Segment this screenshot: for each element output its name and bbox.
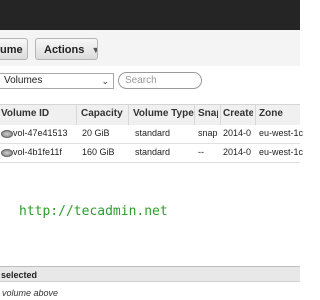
zone: eu-west-1c <box>259 128 304 138</box>
column-header-snapshot[interactable]: Snap <box>198 108 218 119</box>
volume-id: vol-4b1fe11f <box>13 147 62 157</box>
snapshot: snap <box>198 128 218 138</box>
volume-type: standard <box>135 128 171 138</box>
volume-filter-select[interactable]: Volumes ⌄ <box>0 73 114 89</box>
selection-status: selected <box>1 270 38 280</box>
column-header-created[interactable]: Create <box>223 108 253 119</box>
create-volume-label: ume <box>0 44 23 56</box>
actions-button[interactable]: Actions ▼ <box>35 38 98 60</box>
created: 2014-0 <box>223 147 252 157</box>
details-pane-header <box>0 266 300 282</box>
capacity: 20 GiB <box>82 128 110 138</box>
top-navigation-bar <box>0 0 300 30</box>
actions-label: Actions <box>44 44 85 56</box>
snapshot: -- <box>198 147 204 157</box>
volume-icon <box>1 130 13 138</box>
volume-id: vol-47e41513 <box>13 128 68 138</box>
volume-type: standard <box>135 147 171 157</box>
column-header-zone[interactable]: Zone <box>259 108 283 119</box>
column-header-volume-type[interactable]: Volume Type <box>133 108 194 119</box>
column-header-volume-id[interactable]: Volume ID <box>1 108 49 119</box>
watermark-text: http://tecadmin.net <box>19 204 168 219</box>
volume-filter-value: Volumes <box>4 75 43 86</box>
chevron-down-icon: ▼ <box>91 39 97 59</box>
column-header-capacity[interactable]: Capacity <box>81 108 123 119</box>
chevron-down-icon: ⌄ <box>101 76 109 86</box>
search-placeholder: Search <box>125 75 157 86</box>
selection-hint: volume above <box>2 288 59 298</box>
create-volume-button[interactable]: ume <box>0 38 28 60</box>
volume-icon <box>1 149 13 157</box>
search-input[interactable]: Search <box>118 72 202 89</box>
capacity: 160 GiB <box>82 147 115 157</box>
zone: eu-west-1c <box>259 147 304 157</box>
created: 2014-0 <box>223 128 252 138</box>
